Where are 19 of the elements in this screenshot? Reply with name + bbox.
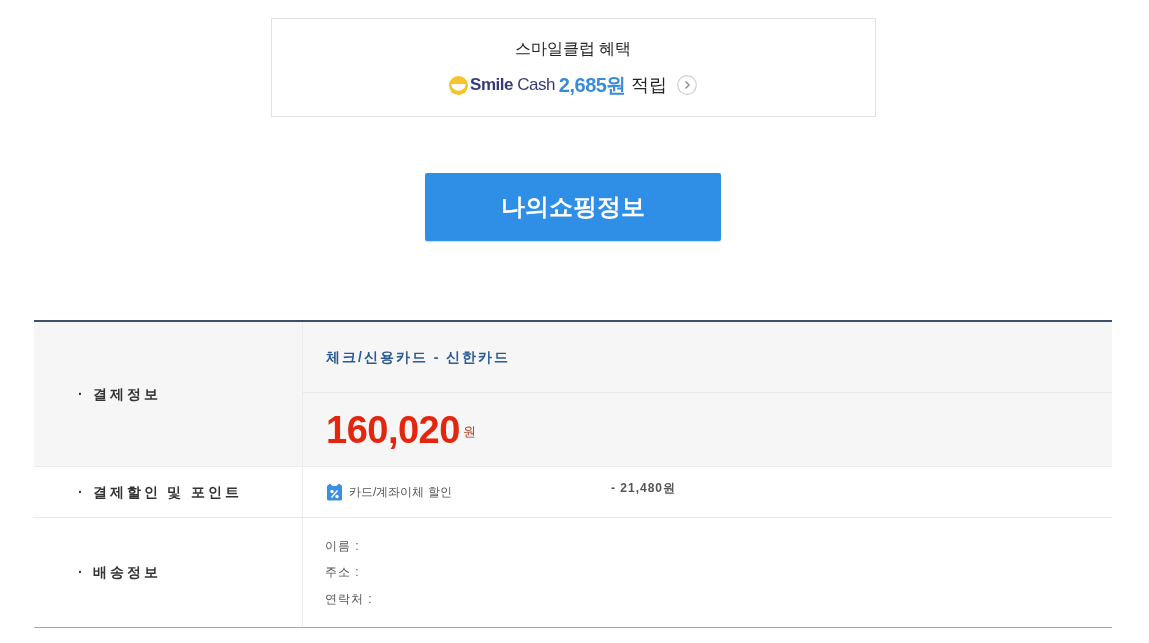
earn-label: 적립 — [630, 74, 667, 97]
my-shopping-info-button[interactable]: 나의쇼핑정보 — [425, 173, 721, 241]
card-title: 스마일클럽 혜택 — [514, 39, 632, 59]
chevron-right-circle-icon[interactable] — [676, 75, 697, 95]
field-label: 주소 : — [325, 564, 360, 582]
row-label: · 배송정보 — [78, 563, 161, 582]
percent-tag-icon — [326, 483, 343, 501]
field-label: 연락처 : — [325, 590, 373, 608]
smile-face-icon — [449, 75, 469, 95]
payment-method: 체크/신용카드 - 신한카드 — [326, 347, 511, 367]
currency-label: 원 — [462, 423, 476, 442]
discount-item: 카드/계좌이체 할인 — [349, 484, 452, 501]
discount-value: - 21,480원 — [611, 479, 677, 497]
field-label: 이름 : — [325, 537, 360, 555]
row-label: · 결제할인 및 포인트 — [78, 482, 243, 502]
row-label: · 결제정보 — [78, 384, 161, 404]
payment-amount: 160,020 — [326, 409, 460, 450]
logo-text: Smile Cash — [470, 74, 555, 96]
cash-amount: 2,685원 — [558, 73, 626, 97]
